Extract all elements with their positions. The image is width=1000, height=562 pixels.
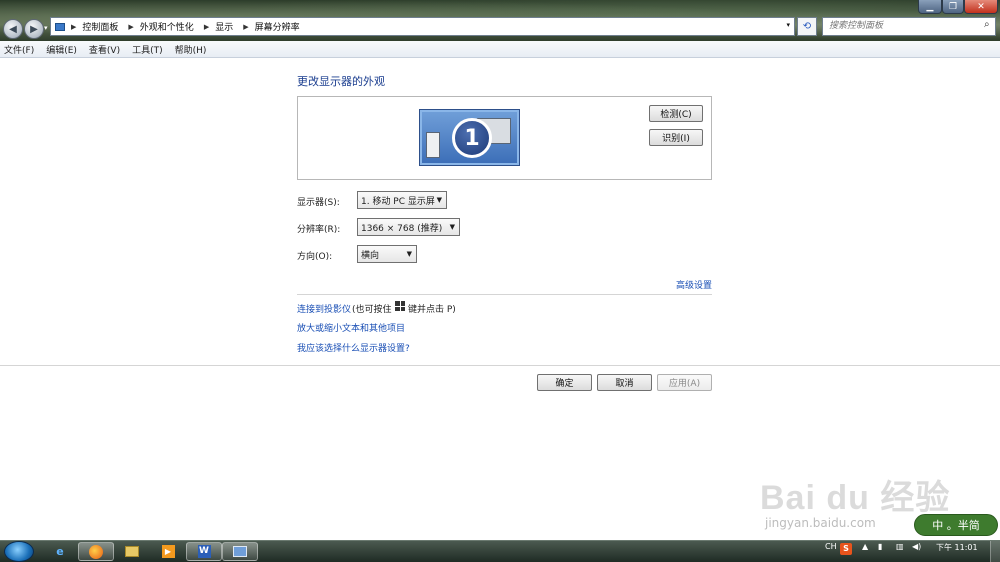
page-title: 更改显示器的外观 — [297, 75, 385, 88]
search-icon[interactable]: ⌕ — [984, 19, 996, 33]
firefox-icon[interactable] — [78, 542, 114, 561]
show-hidden-icons-icon[interactable]: ▲ — [862, 542, 868, 551]
cancel-button[interactable]: 取消 — [597, 374, 652, 391]
monitor-number-badge: 1 — [452, 118, 492, 158]
menu-view[interactable]: 查看(V) — [89, 43, 120, 56]
window-thumbnail-icon — [426, 132, 440, 158]
show-desktop-button[interactable] — [990, 541, 1000, 562]
breadcrumb-arrow-icon[interactable]: ▶ — [204, 23, 209, 31]
resolution-label: 分辨率(R): — [297, 225, 341, 235]
address-bar[interactable]: ▶ 控制面板 ▶ 外观和个性化 ▶ 显示 ▶ 屏幕分辨率 ▾ — [50, 17, 795, 36]
chevron-down-icon: ▼ — [436, 196, 442, 204]
network-icon[interactable]: ▥ — [896, 542, 904, 551]
apply-button: 应用(A) — [657, 374, 712, 391]
clock[interactable]: 下午 11:01 — [936, 542, 978, 553]
ime-toolbar[interactable]: 中 。半简 — [914, 514, 998, 536]
display-select-value: 1. 移动 PC 显示屏 — [361, 196, 435, 207]
identify-button[interactable]: 识别(I) — [649, 129, 703, 146]
baidu-jingyan-watermark-logo: Bai du 经验 — [760, 479, 951, 517]
footer-divider — [0, 365, 1000, 366]
file-explorer-icon[interactable] — [114, 542, 150, 561]
resolution-select-value: 1366 × 768 (推荐) — [361, 223, 443, 234]
display-label: 显示器(S): — [297, 198, 340, 208]
menu-tools[interactable]: 工具(T) — [132, 43, 163, 56]
address-dropdown-icon[interactable]: ▾ — [786, 21, 790, 29]
breadcrumb-arrow-icon[interactable]: ▶ — [128, 23, 133, 31]
text-size-link[interactable]: 放大或缩小文本和其他项目 — [297, 321, 405, 334]
breadcrumb-arrow-icon[interactable]: ▶ — [243, 23, 248, 31]
chevron-down-icon: ▼ — [449, 223, 455, 231]
breadcrumb-control-panel[interactable]: 控制面板 — [82, 20, 118, 33]
control-panel-icon — [55, 22, 65, 31]
refresh-button[interactable]: ⟲ — [797, 17, 817, 36]
breadcrumb-display[interactable]: 显示 — [215, 20, 233, 33]
menu-edit[interactable]: 编辑(E) — [46, 43, 77, 56]
close-button[interactable]: ✕ — [964, 0, 998, 14]
orientation-select[interactable]: 横向 ▼ — [357, 245, 417, 263]
resolution-select[interactable]: 1366 × 768 (推荐) ▼ — [357, 218, 460, 236]
maximize-button[interactable]: ❐ — [942, 0, 964, 14]
recent-pages-chevron-icon[interactable]: ▾ — [44, 24, 48, 32]
display-select[interactable]: 1. 移动 PC 显示屏 ▼ — [357, 191, 447, 209]
breadcrumb-arrow-icon[interactable]: ▶ — [71, 23, 76, 31]
minimize-button[interactable]: ▁ — [918, 0, 942, 14]
projector-hint-prefix: (也可按住 — [352, 305, 392, 315]
forward-button[interactable]: ▶ — [24, 19, 44, 39]
monitor-1-thumbnail[interactable]: 1 — [420, 110, 519, 165]
divider — [297, 294, 712, 295]
display-settings-help-link[interactable]: 我应该选择什么显示器设置? — [297, 341, 410, 354]
detect-button[interactable]: 检测(C) — [649, 105, 703, 122]
media-player-icon[interactable]: ▶ — [150, 542, 186, 561]
connect-projector-link[interactable]: 连接到投影仪 — [297, 302, 351, 315]
sogou-ime-icon[interactable]: S — [840, 543, 852, 555]
back-button[interactable]: ◀ — [3, 19, 23, 39]
breadcrumb-appearance[interactable]: 外观和个性化 — [140, 20, 194, 33]
display-settings-taskbar-icon[interactable] — [222, 542, 258, 561]
monitor-preview-area: 1 检测(C) 识别(I) — [297, 96, 712, 180]
power-icon[interactable]: ▮ — [878, 542, 882, 551]
word-icon[interactable]: W — [186, 542, 222, 561]
advanced-settings-link[interactable]: 高级设置 — [676, 278, 712, 291]
volume-icon[interactable]: ◀) — [912, 542, 921, 551]
language-indicator[interactable]: CH — [825, 542, 837, 551]
menu-file[interactable]: 文件(F) — [4, 43, 34, 56]
orientation-select-value: 横向 — [361, 250, 380, 261]
ie-icon[interactable]: e — [42, 542, 78, 561]
menu-help[interactable]: 帮助(H) — [175, 43, 207, 56]
ok-button[interactable]: 确定 — [537, 374, 592, 391]
orientation-label: 方向(O): — [297, 252, 333, 262]
watermark-url: jingyan.baidu.com — [765, 516, 876, 530]
start-button[interactable] — [4, 541, 34, 562]
search-input[interactable]: 搜索控制面板 — [822, 17, 996, 36]
refresh-icon: ⟲ — [802, 21, 812, 32]
chevron-down-icon: ▼ — [406, 250, 412, 258]
breadcrumb-screen-resolution[interactable]: 屏幕分辨率 — [255, 20, 300, 33]
windows-logo-icon — [395, 301, 405, 311]
menu-bar: 文件(F) 编辑(E) 查看(V) 工具(T) 帮助(H) — [0, 41, 1000, 58]
projector-hint-suffix: 键并点击 P) — [408, 305, 456, 315]
